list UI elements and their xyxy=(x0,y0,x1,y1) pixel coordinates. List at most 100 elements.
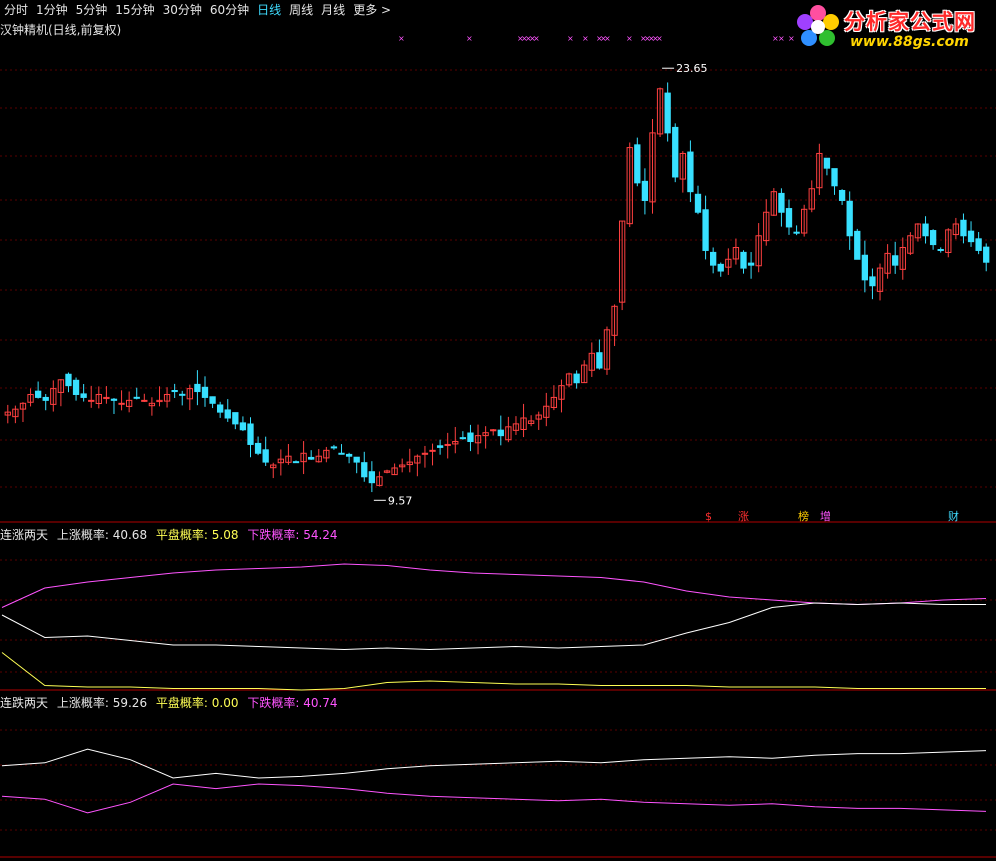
tab-period-9[interactable]: 更多 > xyxy=(349,1,395,18)
candle-body xyxy=(459,437,467,440)
candle-body xyxy=(429,449,436,452)
event-marker: 榜 xyxy=(798,509,809,523)
candle-body xyxy=(232,412,239,425)
stock-title: 汉钟精机(日线,前复权) xyxy=(0,23,122,37)
candle-body xyxy=(687,151,694,193)
event-marker: 增 xyxy=(820,509,831,523)
tab-period-4[interactable]: 30分钟 xyxy=(159,1,206,18)
candle-body xyxy=(194,383,201,393)
candle-body xyxy=(778,192,785,213)
candle-body xyxy=(42,396,49,401)
candle-body xyxy=(869,276,876,287)
signal-x-marker: × xyxy=(626,34,633,43)
prob-up-up-line xyxy=(1,602,986,651)
prob2-down-value: 40.74 xyxy=(303,696,338,710)
low-price-label: 9.57 xyxy=(388,494,413,507)
candle-body xyxy=(497,429,504,437)
event-marker: 涨 xyxy=(738,510,749,523)
candle-body xyxy=(823,157,831,169)
candle-body xyxy=(444,443,451,446)
candle-body xyxy=(717,263,724,272)
candle-body xyxy=(368,471,376,484)
prob-down-down-line xyxy=(1,783,987,814)
candle-body xyxy=(239,422,247,431)
prob-flat-value: 5.08 xyxy=(211,528,239,542)
site-logo: 分析家公式网 www.88gs.com xyxy=(794,0,990,56)
tab-period-7[interactable]: 周线 xyxy=(285,1,317,18)
prob2-flat-value: 0.00 xyxy=(211,696,239,710)
signal-x-marker: × xyxy=(778,34,785,43)
candle-body xyxy=(967,230,975,243)
prob-up-value: 40.68 xyxy=(112,528,148,542)
candle-body xyxy=(353,456,360,463)
prob-flat-label: 平盘概率: xyxy=(155,528,208,542)
tab-period-1[interactable]: 1分钟 xyxy=(32,1,72,18)
candle-body xyxy=(785,208,793,228)
candle-body xyxy=(929,230,937,246)
prob-up-label: 上涨概率: xyxy=(56,528,109,542)
candle-body xyxy=(65,373,72,387)
prob-down-up-line xyxy=(1,748,987,779)
candle-body xyxy=(201,386,209,398)
signal-x-marker: × xyxy=(466,34,473,43)
candle-body xyxy=(892,255,899,266)
candle-body xyxy=(171,390,178,393)
candle-body xyxy=(573,373,580,384)
signal-x-marker: × xyxy=(398,34,405,43)
candle-body xyxy=(330,446,338,449)
candle-body xyxy=(922,223,929,237)
candle-body xyxy=(793,231,800,234)
signal-x-marker: × xyxy=(582,34,589,43)
candle-body xyxy=(361,462,368,478)
chart-canvas: 23.659.57× × ××××× × × ××× × ××××× × × ×$ 涨榜增财 xyxy=(0,34,996,858)
candle-body xyxy=(88,399,95,402)
candle-body xyxy=(937,248,944,251)
candle-body xyxy=(133,396,140,399)
tab-period-2[interactable]: 5分钟 xyxy=(72,1,112,18)
candle-body xyxy=(292,461,300,464)
candle-body xyxy=(831,168,838,187)
prob-down-value: 54.24 xyxy=(303,528,338,542)
candle-body xyxy=(960,219,967,237)
signal-x-marker: × xyxy=(656,34,663,43)
candle-body xyxy=(80,393,87,398)
candle-body xyxy=(209,396,216,404)
candle-body xyxy=(217,404,224,413)
candle-body xyxy=(641,180,649,201)
candle-body xyxy=(740,251,747,269)
prob-up-name: 连涨两天 xyxy=(0,528,49,542)
candle-body xyxy=(861,254,869,281)
candle-body xyxy=(247,423,254,445)
candle-body xyxy=(838,189,846,201)
candle-body xyxy=(694,193,702,213)
tab-period-6[interactable]: 日线 xyxy=(253,1,285,18)
logo-url: www.88gs.com xyxy=(850,34,969,50)
flower-icon xyxy=(797,5,839,46)
prob2-down-label: 下跌概率: xyxy=(247,696,300,710)
tab-period-8[interactable]: 月线 xyxy=(317,1,349,18)
candle-body xyxy=(308,456,315,460)
candle-body xyxy=(338,452,345,455)
candle-body xyxy=(710,251,717,266)
candle-body xyxy=(224,409,231,419)
candle-body xyxy=(467,432,474,443)
candle-body xyxy=(596,352,603,369)
tab-period-3[interactable]: 15分钟 xyxy=(111,1,158,18)
prob-up-down-line xyxy=(1,563,987,608)
candle-body xyxy=(141,399,148,402)
candle-body xyxy=(179,393,186,396)
candle-body xyxy=(747,262,755,266)
prob2-up-value: 59.26 xyxy=(112,696,148,710)
prob-up-title: 连涨两天 上涨概率: 40.68 平盘概率: 5.08 下跌概率: 54.24 xyxy=(0,526,338,543)
tab-period-5[interactable]: 60分钟 xyxy=(206,1,253,18)
candle-body xyxy=(490,429,497,432)
candle-body xyxy=(72,379,80,395)
tab-period-0[interactable]: 分时 xyxy=(0,1,32,18)
signal-x-marker: × xyxy=(533,34,540,43)
candle-body xyxy=(846,200,853,237)
candle-body xyxy=(118,402,125,405)
candle-body xyxy=(34,390,42,398)
prob-up-flat-line xyxy=(1,652,986,691)
candle-body xyxy=(672,126,679,178)
candle-body xyxy=(702,209,709,251)
